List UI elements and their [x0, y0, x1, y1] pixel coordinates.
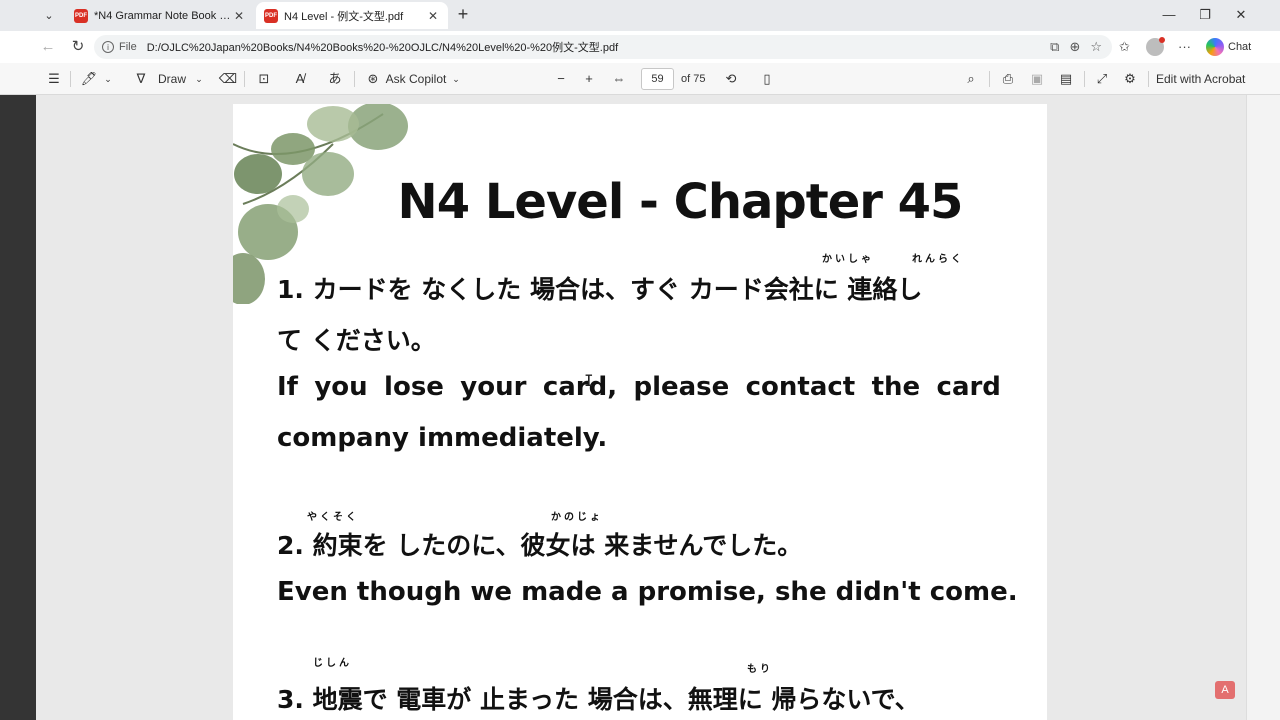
copilot-chat-label[interactable]: Chat — [1228, 36, 1251, 58]
page-number-input[interactable]: 59 — [641, 68, 674, 90]
word: card, — [542, 372, 618, 402]
draw-button[interactable]: Draw — [155, 68, 189, 90]
furigana: かのじょ — [551, 512, 603, 523]
app-available-icon[interactable]: ⧉ — [1050, 39, 1059, 55]
translate-icon[interactable]: あ — [325, 68, 345, 90]
divider — [1148, 71, 1149, 87]
example-1-english-line-2: company immediately. — [277, 423, 608, 453]
save-icon[interactable]: ▣ — [1027, 68, 1047, 90]
close-icon[interactable]: ✕ — [232, 9, 246, 23]
read-aloud-icon[interactable]: A̸ — [290, 68, 310, 90]
refresh-icon[interactable]: ↻ — [66, 36, 90, 58]
pdf-file-icon: PDF — [74, 8, 88, 23]
word: If — [277, 372, 298, 402]
pdf-toolbar: ☰ 🖊 ⌄ ∇ Draw ⌄ ⌫ ⊡ A̸ あ ⊛ Ask Copilot ⌄ … — [0, 63, 1280, 95]
divider — [70, 71, 71, 87]
zoom-icon[interactable]: ⊕ — [1069, 39, 1080, 55]
url-scheme-label: File — [119, 41, 137, 53]
settings-gear-icon[interactable]: ⚙ — [1120, 68, 1140, 90]
chevron-down-icon[interactable]: ⌄ — [193, 68, 205, 90]
notification-dot-icon — [1159, 37, 1165, 43]
example-1-japanese-line-1: 1. カードを なくした 場合は、すぐ カード会社に 連絡し — [277, 275, 923, 304]
ask-copilot-button[interactable]: Ask Copilot — [384, 68, 448, 90]
search-icon[interactable]: ⌕ — [961, 68, 981, 90]
page-view-icon[interactable]: ▯ — [757, 68, 777, 90]
pdf-file-icon: PDF — [264, 8, 278, 23]
chevron-down-icon[interactable]: ⌄ — [102, 68, 114, 90]
edit-with-acrobat-button[interactable]: Edit with Acrobat — [1156, 68, 1246, 90]
word: card — [936, 372, 1001, 402]
text-cursor-icon: I — [584, 371, 594, 390]
save-as-icon[interactable]: ▤ — [1056, 68, 1076, 90]
copilot-icon[interactable] — [1206, 38, 1224, 56]
rotate-icon[interactable]: ⟲ — [721, 68, 741, 90]
furigana: やくそく — [307, 512, 359, 523]
tab-strip: ⌄ PDF *N4 Grammar Note Book - OJLC.p ✕ P… — [0, 0, 1280, 31]
acrobat-icon[interactable]: A — [1215, 681, 1235, 699]
url-text[interactable]: D:/OJLC%20Japan%20Books/N4%20Books%20-%2… — [147, 39, 618, 55]
example-1-english-line-1: If you lose your card, please contact th… — [277, 372, 1001, 402]
minimize-icon[interactable]: — — [1154, 4, 1184, 26]
tab-actions-chevron-icon[interactable]: ⌄ — [36, 4, 62, 26]
favorites-icon[interactable]: ✩ — [1119, 36, 1130, 58]
new-tab-plus-icon[interactable]: + — [452, 4, 474, 26]
close-icon[interactable]: ✕ — [426, 9, 440, 23]
fit-page-icon[interactable]: ⇔ — [609, 68, 629, 90]
address-bar: ← ↻ i File D:/OJLC%20Japan%20Books/N4%20… — [0, 31, 1280, 63]
furigana: もり — [747, 664, 773, 675]
tab-grammar-notebook[interactable]: PDF *N4 Grammar Note Book - OJLC.p ✕ — [66, 2, 254, 29]
tab-title: N4 Level - 例文-文型.pdf — [284, 10, 404, 23]
divider — [354, 71, 355, 87]
back-arrow-icon[interactable]: ← — [36, 36, 60, 58]
close-window-icon[interactable]: ✕ — [1226, 4, 1256, 26]
restore-icon[interactable]: ❐ — [1190, 4, 1220, 26]
example-2-english: Even though we made a promise, she didn'… — [277, 577, 1018, 607]
word: contact — [745, 372, 856, 402]
tab-title: *N4 Grammar Note Book - OJLC.p — [94, 9, 232, 22]
info-icon[interactable]: i — [102, 41, 114, 53]
furigana: じしん — [313, 658, 352, 669]
word: your — [460, 372, 527, 402]
chevron-down-icon[interactable]: ⌄ — [450, 68, 462, 90]
page-count-label: of 75 — [681, 73, 706, 85]
url-field[interactable]: i File D:/OJLC%20Japan%20Books/N4%20Book… — [94, 35, 1112, 59]
draw-pen-icon[interactable]: ∇ — [132, 68, 150, 90]
pdf-page: N4 Level - Chapter 45 かいしゃ れんらく 1. カードを … — [233, 104, 1047, 720]
example-3-japanese: 3. 地震で 電車が 止まった 場合は、無理に 帰らないで、 — [277, 685, 920, 714]
example-1-japanese-line-2: て ください。 — [277, 326, 436, 355]
eraser-icon[interactable]: ⌫ — [218, 68, 238, 90]
furigana: かいしゃ — [822, 254, 874, 265]
profile-avatar[interactable] — [1146, 37, 1165, 56]
word: please — [633, 372, 730, 402]
vertical-scrollbar[interactable] — [1246, 95, 1280, 720]
text-box-icon[interactable]: ⊡ — [254, 68, 274, 90]
document-title: N4 Level - Chapter 45 — [397, 174, 964, 230]
favorite-star-icon[interactable]: ☆ — [1090, 39, 1102, 55]
divider — [244, 71, 245, 87]
fullscreen-icon[interactable]: ⤢ — [1092, 68, 1112, 90]
more-menu-icon[interactable]: ··· — [1178, 36, 1191, 58]
furigana: れんらく — [912, 254, 964, 265]
print-icon[interactable]: ⎙ — [998, 68, 1018, 90]
tab-n4-level-pdf[interactable]: PDF N4 Level - 例文-文型.pdf ✕ — [256, 2, 448, 29]
zoom-out-icon[interactable]: − — [551, 68, 571, 90]
word: you — [314, 372, 368, 402]
word: the — [871, 372, 921, 402]
example-2-japanese: 2. 約束を したのに、彼女は 来ませんでした。 — [277, 531, 803, 560]
contents-list-icon[interactable]: ☰ — [44, 68, 64, 90]
copilot-icon[interactable]: ⊛ — [364, 68, 382, 90]
divider — [1084, 71, 1085, 87]
divider — [989, 71, 990, 87]
zoom-in-icon[interactable]: + — [579, 68, 599, 90]
word: lose — [384, 372, 444, 402]
highlight-icon[interactable]: 🖊 — [80, 68, 98, 90]
